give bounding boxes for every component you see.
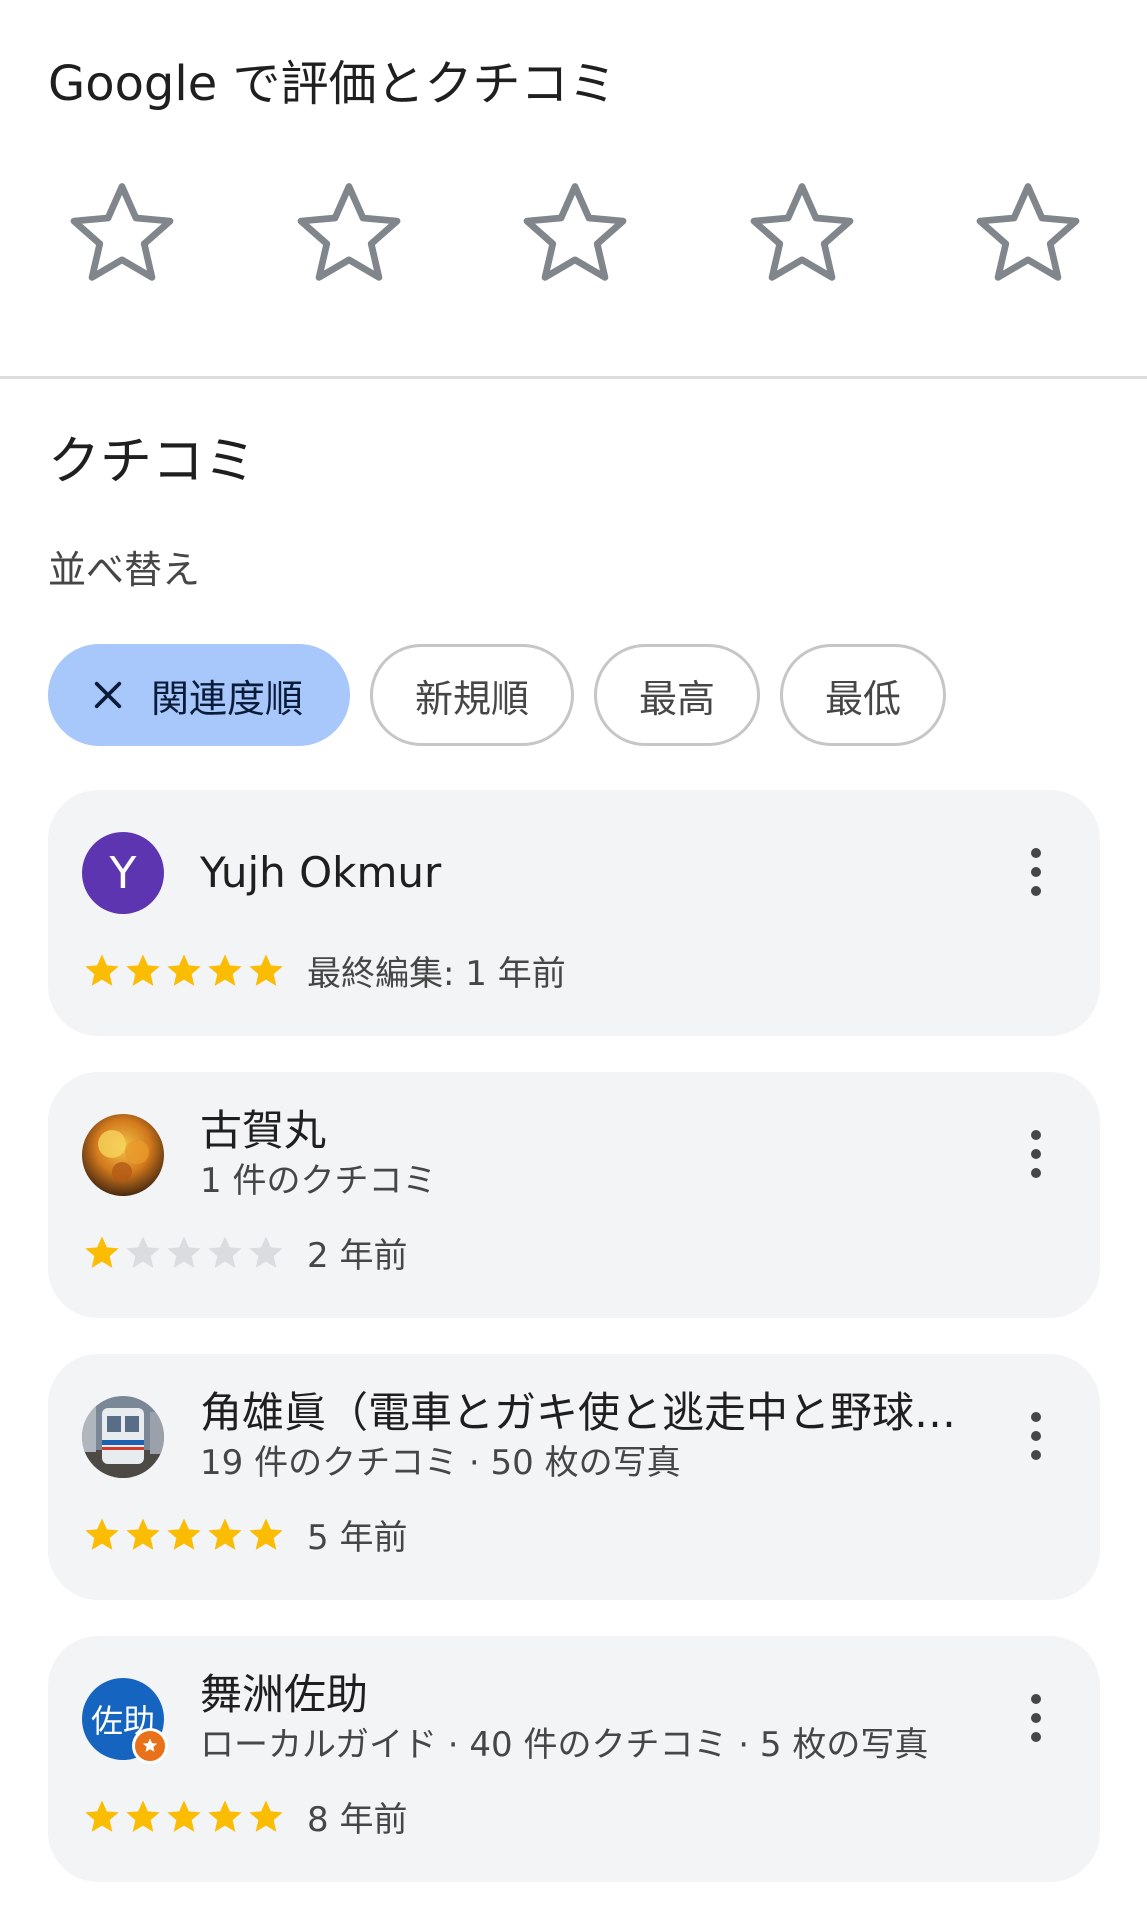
star-filled-icon xyxy=(167,1517,201,1550)
avatar-letter: Y xyxy=(109,847,137,899)
reviewer-meta: 19 件のクチコミ · 50 枚の写真 xyxy=(200,1443,681,1483)
reviewer-name[interactable]: 舞洲佐助 xyxy=(200,1668,368,1722)
reviewer-meta: 1 件のクチコミ xyxy=(200,1161,437,1201)
train-photo-icon xyxy=(82,1396,164,1478)
chip-highest[interactable]: 最高 xyxy=(594,644,761,746)
star-empty-icon xyxy=(167,1235,201,1268)
review-time: 2 年前 xyxy=(307,1236,408,1276)
rate-star-3-icon[interactable] xyxy=(513,172,637,296)
chip-newest[interactable]: 新規順 xyxy=(370,644,575,746)
avatar[interactable]: Y xyxy=(82,832,164,914)
star-filled-icon xyxy=(208,1517,242,1550)
reviewer-name[interactable]: 古賀丸 xyxy=(200,1104,326,1158)
reviews-title: クチコミ xyxy=(48,432,257,492)
chip-label: 最低 xyxy=(825,676,902,721)
more-options-button[interactable] xyxy=(1016,1396,1056,1476)
sort-label: 並べ替え xyxy=(48,548,201,592)
close-icon xyxy=(94,681,122,709)
review-time: 最終編集: 1 年前 xyxy=(307,954,566,994)
more-options-button[interactable] xyxy=(1016,832,1056,912)
rate-star-4-icon[interactable] xyxy=(740,172,864,296)
star-empty-icon xyxy=(208,1235,242,1268)
avatar[interactable]: 佐助 xyxy=(82,1678,168,1764)
review-rating: 5 年前 xyxy=(82,1510,407,1559)
star-filled-icon xyxy=(208,953,242,986)
rate-star-5-icon[interactable] xyxy=(966,172,1090,296)
more-vert-icon xyxy=(1031,1694,1041,1742)
more-vert-icon xyxy=(1031,1130,1041,1178)
star-filled-icon xyxy=(85,953,119,986)
review-card[interactable]: 角雄眞（電車とガキ使と逃走中と野球… 19 件のクチコミ · 50 枚の写真 5… xyxy=(48,1354,1100,1600)
star-filled-icon xyxy=(167,953,201,986)
review-rating: 2 年前 xyxy=(82,1228,407,1277)
reviewer-name[interactable]: Yujh Okmur xyxy=(200,846,441,900)
more-vert-icon xyxy=(1031,848,1041,896)
reviewer-meta: ローカルガイド · 40 件のクチコミ · 5 枚の写真 xyxy=(200,1725,929,1765)
review-card[interactable]: 古賀丸 1 件のクチコミ 2 年前 xyxy=(48,1072,1100,1318)
review-card[interactable]: 佐助 舞洲佐助 ローカルガイド · 40 件のクチコミ · 5 枚の写真 8 年… xyxy=(48,1636,1100,1882)
review-rating: 8 年前 xyxy=(82,1792,407,1841)
star-filled-icon xyxy=(126,953,160,986)
chip-label: 関連度順 xyxy=(151,676,304,721)
star-filled-icon xyxy=(167,1799,201,1832)
more-options-button[interactable] xyxy=(1016,1678,1056,1758)
autumn-leaves-photo-icon xyxy=(82,1114,164,1196)
review-rating: 最終編集: 1 年前 xyxy=(82,946,566,995)
star-filled-icon xyxy=(249,1799,283,1832)
section-divider xyxy=(0,376,1147,379)
chip-label: 新規順 xyxy=(415,676,530,721)
rate-title: Google で評価とクチコミ xyxy=(48,56,617,112)
local-guide-badge-icon xyxy=(132,1728,168,1764)
review-card[interactable]: Y Yujh Okmur 最終編集: 1 年前 xyxy=(48,790,1100,1036)
sort-chips: 関連度順 新規順 最高 最低 xyxy=(48,644,947,746)
chip-lowest[interactable]: 最低 xyxy=(780,644,947,746)
chip-relevance[interactable]: 関連度順 xyxy=(48,644,351,746)
rate-star-2-icon[interactable] xyxy=(287,172,411,296)
rate-stars xyxy=(60,172,1090,296)
star-filled-icon xyxy=(208,1799,242,1832)
star-empty-icon xyxy=(249,1235,283,1268)
review-time: 8 年前 xyxy=(307,1800,408,1840)
star-filled-icon xyxy=(85,1799,119,1832)
star-filled-icon xyxy=(126,1799,160,1832)
star-filled-icon xyxy=(85,1235,119,1268)
star-filled-icon xyxy=(249,953,283,986)
star-filled-icon xyxy=(126,1517,160,1550)
rate-star-1-icon[interactable] xyxy=(60,172,184,296)
chip-label: 最高 xyxy=(639,676,716,721)
more-options-button[interactable] xyxy=(1016,1114,1056,1194)
avatar[interactable] xyxy=(82,1114,164,1196)
more-vert-icon xyxy=(1031,1412,1041,1460)
star-empty-icon xyxy=(126,1235,160,1268)
star-filled-icon xyxy=(85,1517,119,1550)
reviewer-name[interactable]: 角雄眞（電車とガキ使と逃走中と野球… xyxy=(200,1386,956,1440)
avatar[interactable] xyxy=(82,1396,164,1478)
review-time: 5 年前 xyxy=(307,1518,408,1558)
star-filled-icon xyxy=(249,1517,283,1550)
